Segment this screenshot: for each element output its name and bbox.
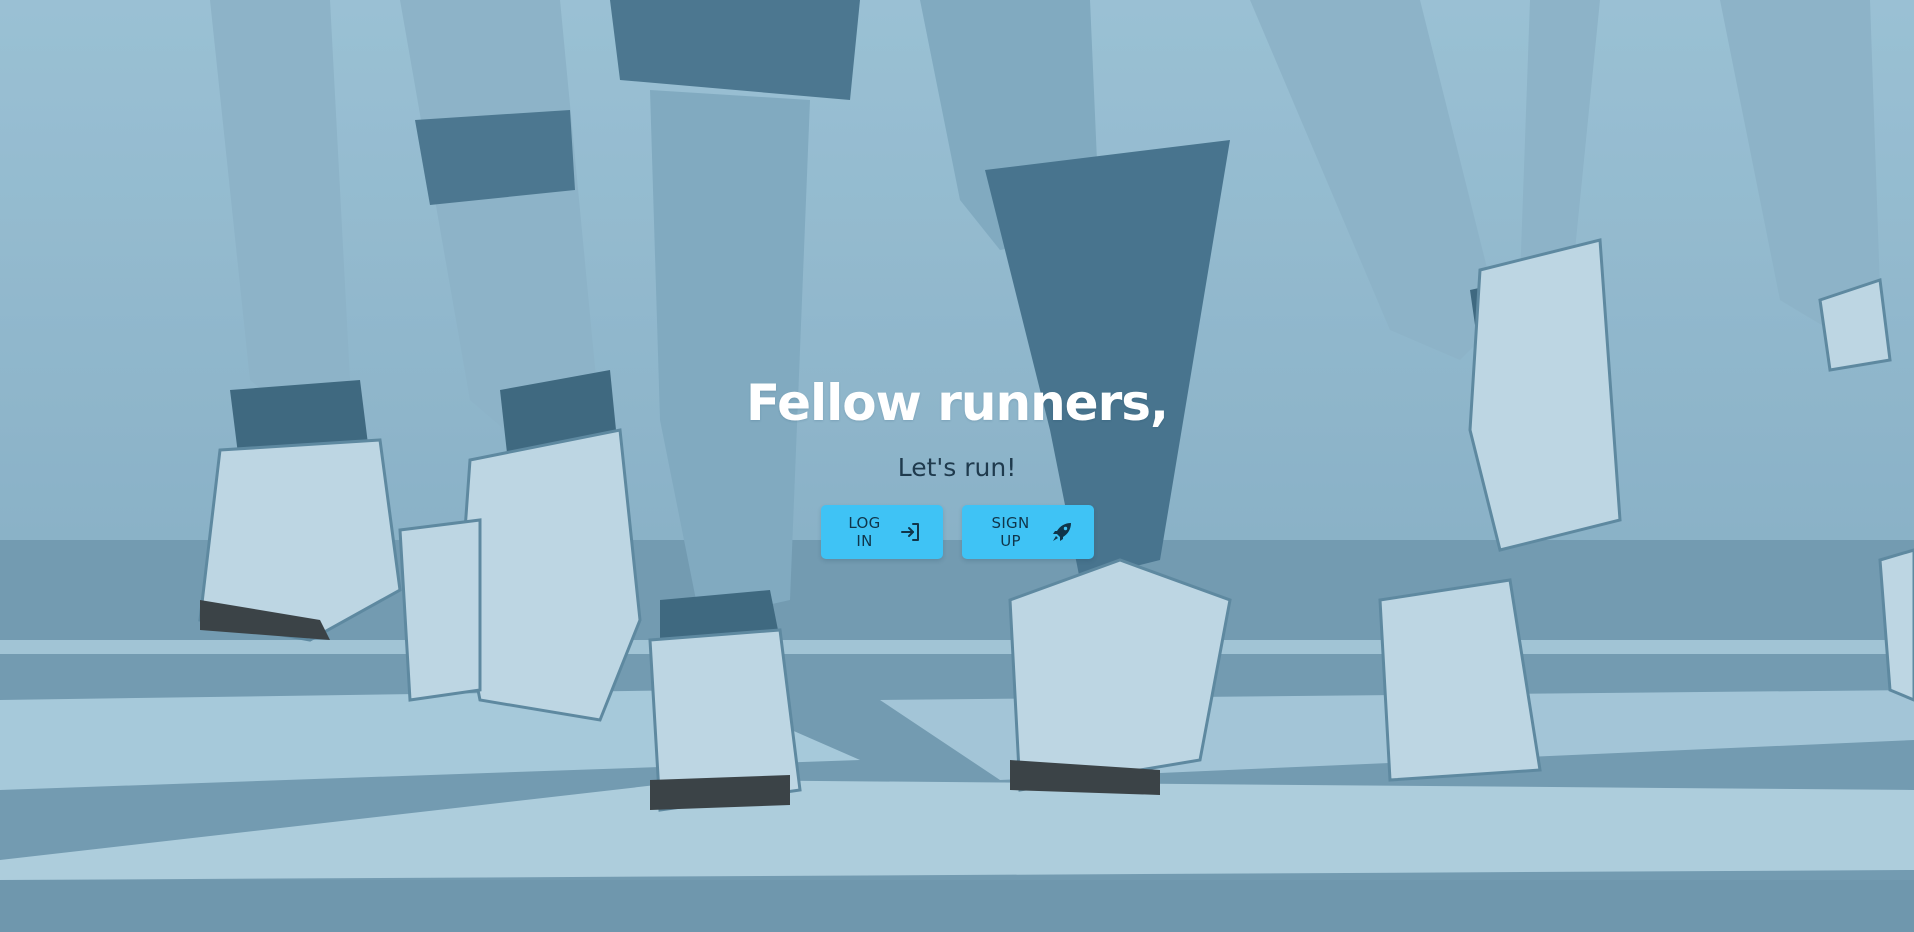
login-arrow-icon [899, 520, 923, 544]
signup-button-label: SIGN UP [991, 514, 1030, 550]
hero-subtitle: Let's run! [897, 453, 1017, 482]
login-button-label: LOG IN [848, 514, 881, 550]
hero-actions: LOG IN SIGN UP [820, 505, 1094, 559]
login-button[interactable]: LOG IN [820, 505, 943, 559]
hero-section: Fellow runners, Let's run! LOG IN SIGN U… [0, 0, 1914, 932]
hero-title: Fellow runners, [745, 374, 1169, 432]
signup-button[interactable]: SIGN UP [961, 505, 1094, 559]
hero-content: Fellow runners, Let's run! LOG IN SIGN U… [0, 362, 1914, 559]
rocket-icon [1050, 520, 1074, 544]
